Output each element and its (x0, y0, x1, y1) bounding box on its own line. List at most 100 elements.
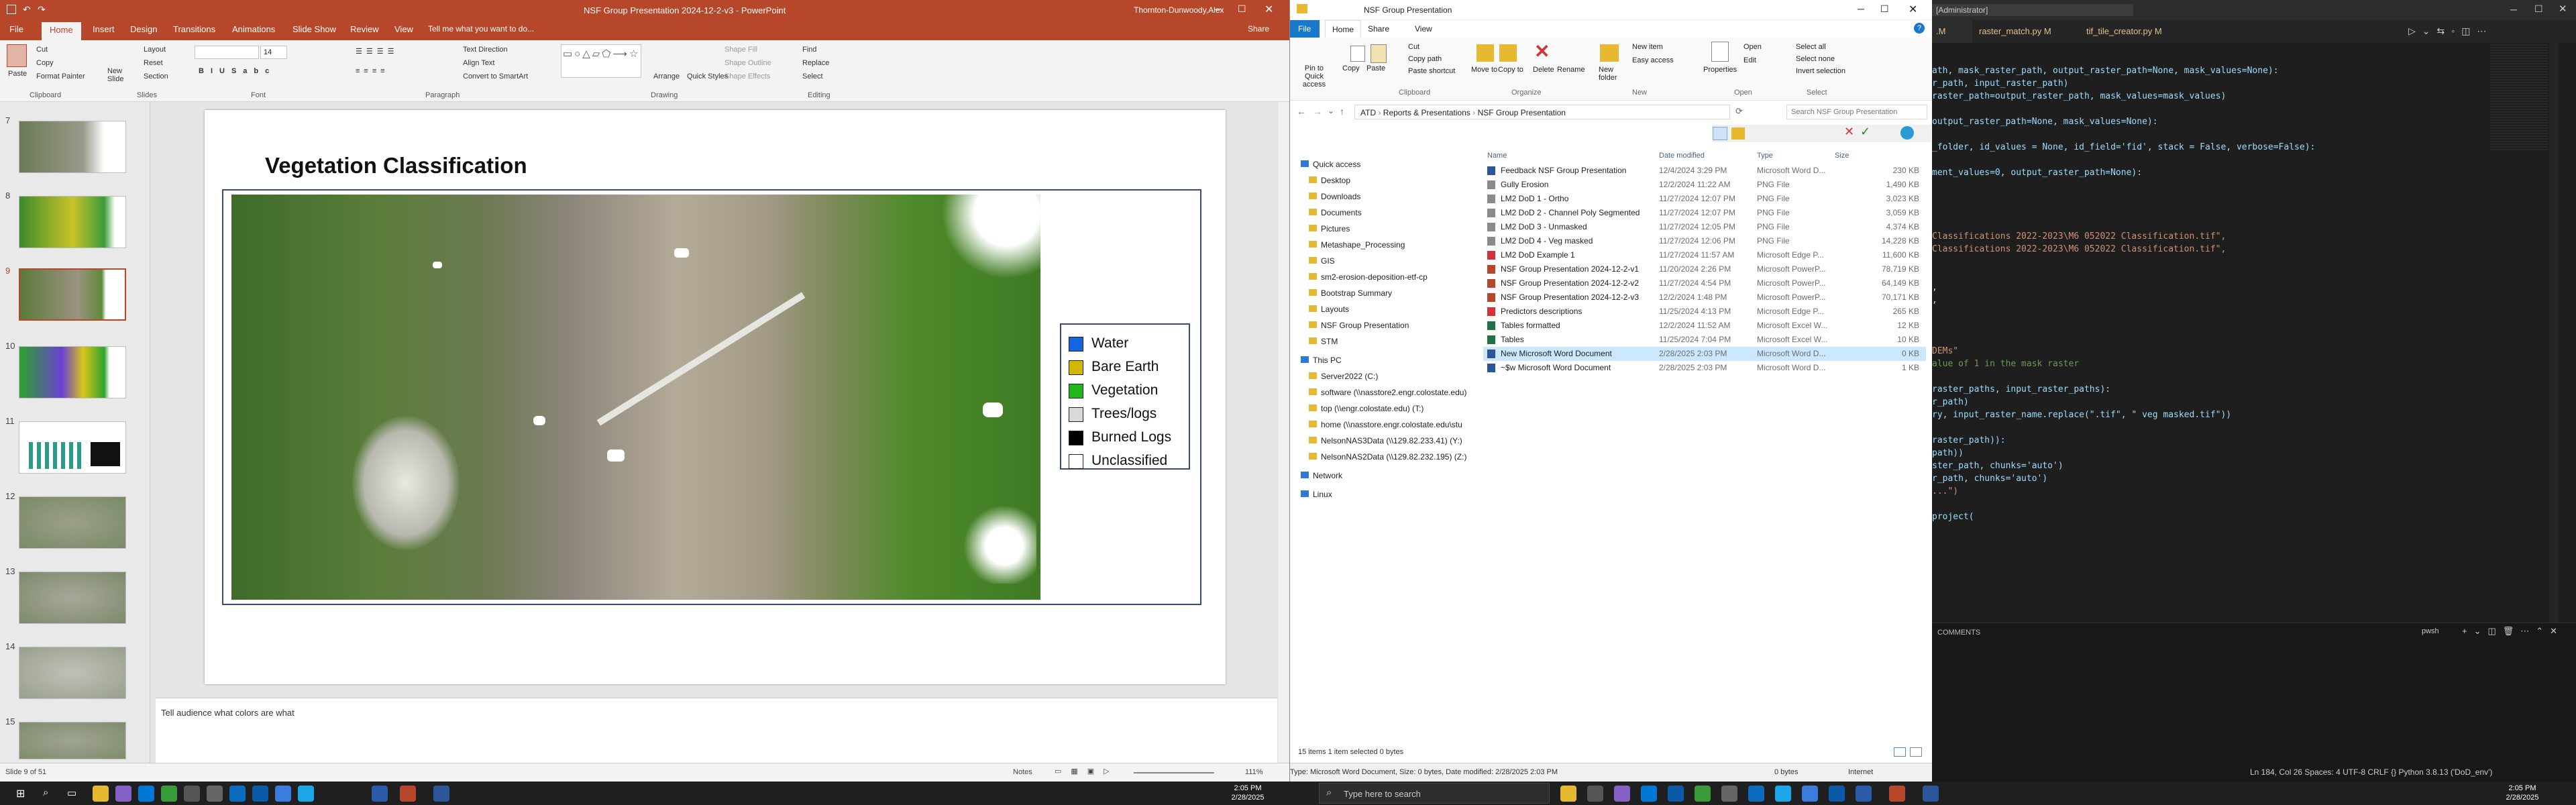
app-taskbar-icon[interactable] (161, 786, 177, 802)
quick-styles-button[interactable]: Quick Styles (687, 72, 728, 80)
clock-time-2[interactable]: 2:05 PM (2496, 784, 2549, 792)
app-taskbar-icon[interactable] (1587, 786, 1603, 802)
file-row[interactable]: Gully Erosion 12/2/2024 11:22 AM PNG File 1… (1483, 178, 1926, 192)
paste-button[interactable]: Paste (8, 70, 27, 78)
preview-pane-icon[interactable] (1713, 127, 1727, 140)
tab-home[interactable]: Home (42, 22, 81, 40)
move-to-button[interactable]: Move to (1471, 66, 1497, 74)
editor-actions[interactable]: ▷⌄⇆◦◫⋯ (2408, 25, 2493, 37)
slide-thumbnail[interactable] (19, 346, 126, 398)
clock-time[interactable]: 2:05 PM (1221, 784, 1275, 792)
app-taskbar-icon[interactable] (1668, 786, 1684, 802)
fe-cut-button[interactable]: Cut (1408, 43, 1419, 51)
app-taskbar-icon[interactable] (1721, 786, 1737, 802)
app-taskbar-icon[interactable] (207, 786, 223, 802)
vs-close-icon[interactable]: ✕ (2559, 3, 2567, 15)
nav-item[interactable]: home (\\nasstore.engr.colostate.edu\stu (1309, 420, 1462, 429)
edit-button[interactable]: Edit (1743, 56, 1756, 64)
nav-item[interactable]: software (\\nasstore2.engr.colostate.edu… (1309, 388, 1466, 397)
properties-button[interactable]: Properties (1703, 66, 1737, 74)
fe-copy-button[interactable]: Copy (1342, 64, 1360, 72)
nav-item[interactable]: Layouts (1309, 305, 1349, 314)
cut-button[interactable]: Cut (36, 46, 48, 54)
replace-button[interactable]: Replace (802, 59, 829, 67)
code-line[interactable]: ath, mask_raster_path, output_raster_pat… (1932, 66, 2279, 76)
slide-thumbnail[interactable] (19, 196, 126, 248)
tiles-view-icon[interactable] (1910, 747, 1922, 757)
clock-date-2[interactable]: 2/28/2025 (2496, 794, 2549, 802)
shape-fill-button[interactable]: Shape Fill (724, 46, 757, 54)
notes-pane[interactable]: Tell audience what colors are what (156, 698, 1277, 763)
word-taskbar-icon[interactable] (433, 786, 449, 802)
code-line[interactable]: alue of 1 in the mask raster (1932, 359, 2079, 369)
code-line[interactable]: _folder, id_values = None, id_field='fid… (1932, 142, 2315, 152)
fe-paste-button[interactable]: Paste (1366, 64, 1385, 72)
pin-quick-access-button[interactable]: Pin to Quick access (1295, 64, 1333, 89)
nav-item[interactable]: NSF Group Presentation (1309, 321, 1409, 330)
shape-effects-button[interactable]: Shape Effects (724, 72, 770, 80)
file-explorer-taskbar-icon[interactable] (93, 786, 109, 802)
up-icon[interactable]: ↑ (1340, 106, 1344, 117)
app-taskbar-icon[interactable] (184, 786, 200, 802)
nav-item[interactable]: Downloads (1309, 192, 1360, 201)
fe-tab-view[interactable]: View (1415, 24, 1432, 34)
toolbar-delete-icon[interactable]: ✕ (1844, 125, 1854, 139)
app-taskbar-icon[interactable] (1641, 786, 1657, 802)
file-row[interactable]: LM2 DoD 4 - Veg masked 11/27/2024 12:06 P… (1483, 234, 1926, 248)
vegetation-classification-image[interactable] (231, 195, 1040, 600)
recent-icon[interactable]: ⌄ (1328, 106, 1334, 115)
code-line[interactable]: Classifications 2022-2023\M6 052022 Clas… (1932, 244, 2226, 254)
undo-icon[interactable]: ↶ (23, 4, 31, 15)
nav-item[interactable]: Linux (1301, 490, 1332, 499)
shape-outline-button[interactable]: Shape Outline (724, 59, 771, 67)
help-icon[interactable]: ? (1914, 23, 1925, 34)
code-line[interactable]: ...") (1932, 486, 1958, 496)
new-folder-button[interactable]: New folder (1599, 66, 1625, 82)
back-icon[interactable]: ← (1297, 106, 1306, 117)
app-taskbar-icon[interactable] (1560, 786, 1576, 802)
nav-item[interactable]: NelsonNAS3Data (\\129.82.233.41) (Y:) (1309, 436, 1462, 445)
app-taskbar-icon[interactable] (252, 786, 268, 802)
slide-thumbnail[interactable] (19, 647, 126, 699)
editor-scrollbar[interactable] (2549, 43, 2559, 631)
file-row[interactable]: ~$w Microsoft Word Document 2/28/2025 2:0… (1483, 361, 1926, 375)
layout-button[interactable]: Layout (144, 46, 166, 54)
new-slide-button[interactable]: New Slide (107, 67, 134, 83)
reset-button[interactable]: Reset (144, 59, 163, 67)
align-buttons[interactable]: ≡≡≡≡ (356, 67, 389, 75)
nav-item[interactable]: This PC (1301, 356, 1342, 365)
section-button[interactable]: Section (144, 72, 168, 80)
breadcrumb-reports[interactable]: Reports & Presentations (1383, 108, 1470, 117)
address-bar[interactable]: ATD › Reports & Presentations › NSF Grou… (1354, 105, 1730, 119)
forward-icon[interactable]: → (1313, 106, 1322, 117)
nav-item[interactable]: Server2022 (C:) (1309, 372, 1378, 381)
pp-scrollbar[interactable] (1279, 102, 1289, 763)
easy-access-button[interactable]: Easy access (1632, 56, 1674, 64)
fe-tab-home[interactable]: Home (1325, 20, 1362, 38)
file-row[interactable]: NSF Group Presentation 2024-12-2-v2 11/27… (1483, 276, 1926, 290)
taskbar-search-box[interactable]: ⌕ Type here to search (1319, 783, 1550, 804)
text-direction-button[interactable]: Text Direction (463, 46, 508, 54)
task-view-icon[interactable]: ▭ (67, 787, 76, 799)
powerpoint-taskbar-icon[interactable] (400, 786, 416, 802)
fe-minimize-icon[interactable]: ─ (1858, 3, 1864, 14)
convert-smartart-button[interactable]: Convert to SmartArt (463, 72, 528, 80)
code-line[interactable]: r_path, chunks='auto') (1932, 474, 2047, 484)
fe-close-icon[interactable]: ✕ (1909, 3, 1917, 16)
code-line[interactable]: raster_paths, input_raster_paths): (1932, 384, 2110, 394)
code-line[interactable]: DEMs" (1932, 346, 1958, 356)
folder-toolbar-icon[interactable] (1731, 127, 1745, 140)
word-taskbar-icon-2[interactable] (1923, 786, 1939, 802)
code-line[interactable]: , (1932, 295, 1937, 305)
rename-button[interactable]: Rename (1557, 66, 1585, 74)
delete-button[interactable]: Delete (1533, 66, 1554, 74)
file-row[interactable]: LM2 DoD 3 - Unmasked 11/27/2024 12:05 PM P… (1483, 220, 1926, 234)
editor-tab-raster-match[interactable]: raster_match.py M (1979, 26, 2051, 36)
new-item-button[interactable]: New item (1632, 43, 1663, 51)
code-editor[interactable]: ath, mask_raster_path, output_raster_pat… (1932, 43, 2549, 631)
app-taskbar-icon[interactable] (1775, 786, 1791, 802)
copy-path-button[interactable]: Copy path (1408, 55, 1442, 63)
slide-thumbnail-selected[interactable] (19, 268, 126, 321)
file-row[interactable]: Predictors descriptions 11/25/2024 4:13 P… (1483, 305, 1926, 319)
file-row[interactable]: Feedback NSF Group Presentation 12/4/2024… (1483, 164, 1926, 178)
